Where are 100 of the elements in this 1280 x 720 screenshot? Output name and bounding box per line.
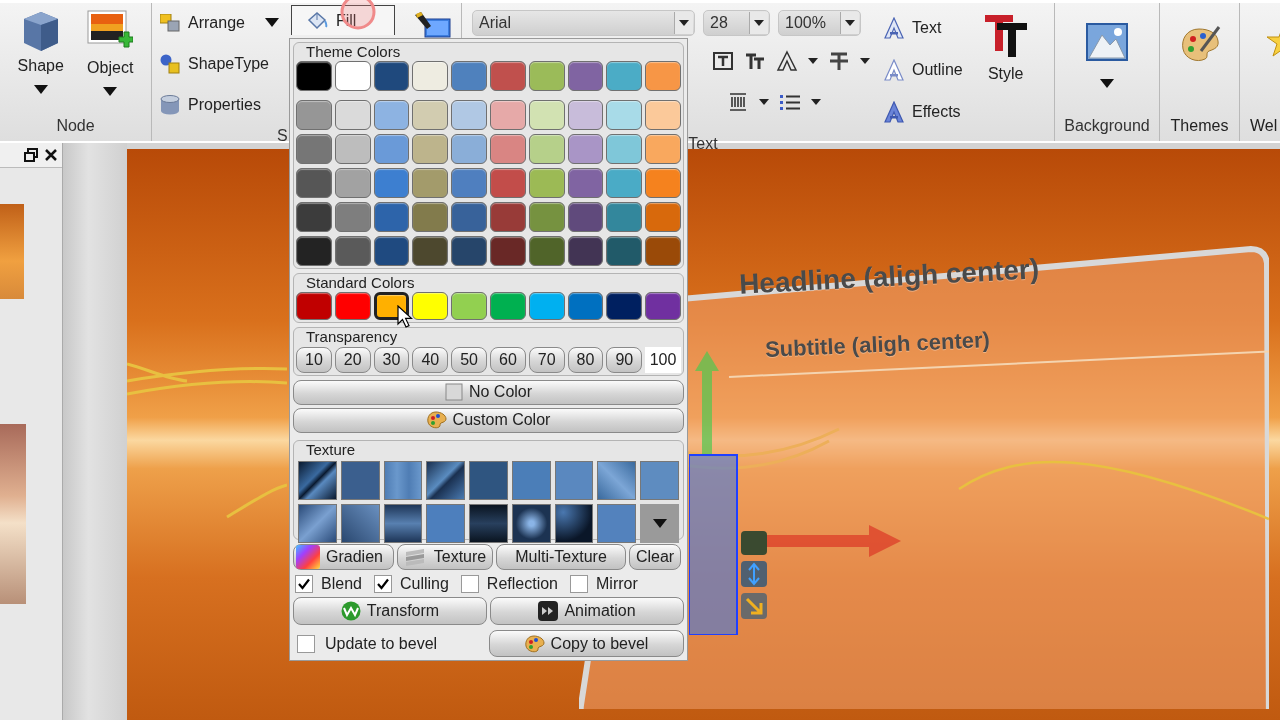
transparency-button[interactable]: 20 <box>334 347 371 373</box>
animation-button[interactable]: Animation <box>490 597 684 625</box>
transform-button[interactable]: Transform <box>293 597 487 625</box>
color-swatch[interactable] <box>334 292 371 320</box>
ribbon-button[interactable]: Outline <box>884 49 963 91</box>
texture-swatch[interactable] <box>511 460 551 500</box>
more-textures-button[interactable] <box>640 503 679 543</box>
columns-icon[interactable] <box>727 91 749 113</box>
color-swatch[interactable] <box>567 202 604 232</box>
color-swatch[interactable] <box>373 61 410 91</box>
color-swatch[interactable] <box>490 202 526 232</box>
color-swatch[interactable] <box>334 202 371 232</box>
copy-to-bevel-button[interactable]: Copy to bevel <box>489 630 684 657</box>
color-swatch[interactable] <box>412 202 449 232</box>
texture-mode-button[interactable]: Texture <box>397 543 493 571</box>
color-swatch[interactable] <box>645 134 681 164</box>
color-swatch[interactable] <box>567 292 604 320</box>
color-swatch[interactable] <box>451 236 487 266</box>
color-swatch[interactable] <box>528 292 565 320</box>
texture-swatch[interactable] <box>554 460 594 500</box>
texture-swatch[interactable] <box>426 503 466 543</box>
color-swatch[interactable] <box>567 100 604 130</box>
color-swatch[interactable] <box>296 134 332 164</box>
checkbox[interactable] <box>295 574 313 593</box>
themes-button[interactable]: Themes <box>1160 3 1239 141</box>
color-swatch[interactable] <box>606 134 643 164</box>
color-swatch[interactable] <box>373 100 410 130</box>
color-swatch[interactable] <box>645 202 681 232</box>
texture-swatch[interactable] <box>469 460 508 500</box>
strikethrough-icon[interactable] <box>828 50 850 72</box>
color-swatch[interactable] <box>567 236 604 266</box>
texture-swatch[interactable] <box>640 460 679 500</box>
style-button[interactable]: Style <box>976 3 1035 133</box>
color-swatch[interactable] <box>490 134 526 164</box>
text-box-icon[interactable] <box>712 50 734 72</box>
color-swatch[interactable] <box>334 134 371 164</box>
texture-swatch[interactable] <box>298 460 337 500</box>
color-swatch[interactable] <box>451 134 487 164</box>
color-swatch[interactable] <box>412 236 449 266</box>
color-swatch[interactable] <box>451 100 487 130</box>
color-swatch[interactable] <box>334 168 371 198</box>
ribbon-button[interactable]: Properties <box>160 84 279 125</box>
texture-swatch[interactable] <box>340 460 380 500</box>
color-swatch[interactable] <box>373 202 410 232</box>
font-family-dropdown[interactable]: Arial <box>472 10 695 36</box>
texture-swatch[interactable] <box>298 503 337 543</box>
color-swatch[interactable] <box>490 168 526 198</box>
ribbon-button[interactable]: Shape <box>11 3 70 115</box>
color-swatch[interactable] <box>645 236 681 266</box>
color-swatch[interactable] <box>334 236 371 266</box>
transparency-button[interactable]: 40 <box>412 347 449 373</box>
color-swatch[interactable] <box>451 292 487 320</box>
transparency-button[interactable]: 90 <box>606 347 643 373</box>
color-swatch[interactable] <box>451 61 487 91</box>
color-swatch[interactable] <box>412 168 449 198</box>
color-swatch[interactable] <box>451 202 487 232</box>
color-swatch[interactable] <box>645 61 681 91</box>
transparency-button[interactable]: 70 <box>528 347 565 373</box>
texture-swatch[interactable] <box>426 460 466 500</box>
color-swatch[interactable] <box>373 134 410 164</box>
restore-icon[interactable] <box>24 148 38 162</box>
texture-swatch[interactable] <box>511 503 551 543</box>
transparency-button[interactable]: 30 <box>373 347 410 373</box>
color-swatch[interactable] <box>567 61 604 91</box>
ribbon-button[interactable]: ShapeType <box>160 43 279 84</box>
texture-swatch[interactable] <box>597 503 637 543</box>
color-swatch[interactable] <box>490 61 526 91</box>
color-swatch[interactable] <box>528 236 565 266</box>
custom-color-button[interactable]: Custom Color <box>293 407 684 433</box>
color-swatch[interactable] <box>645 168 681 198</box>
color-swatch[interactable] <box>528 168 565 198</box>
color-swatch[interactable] <box>606 168 643 198</box>
texture-mode-button[interactable]: Clear <box>629 543 681 571</box>
texture-swatch[interactable] <box>340 503 380 543</box>
color-swatch[interactable] <box>412 292 449 320</box>
texture-swatch[interactable] <box>383 503 423 543</box>
color-swatch[interactable] <box>567 134 604 164</box>
color-swatch[interactable] <box>606 202 643 232</box>
color-swatch[interactable] <box>528 202 565 232</box>
color-swatch[interactable] <box>490 100 526 130</box>
color-swatch[interactable] <box>606 61 643 91</box>
checkbox[interactable] <box>297 634 315 653</box>
checkbox[interactable] <box>570 574 588 593</box>
color-swatch[interactable] <box>490 292 526 320</box>
color-swatch[interactable] <box>606 100 643 130</box>
texture-swatch[interactable] <box>554 503 594 543</box>
transparency-button[interactable]: 100 <box>645 347 681 373</box>
texture-swatch[interactable] <box>597 460 637 500</box>
texture-swatch[interactable] <box>469 503 508 543</box>
close-icon[interactable] <box>44 148 58 162</box>
color-swatch[interactable] <box>528 100 565 130</box>
slide-thumbnail[interactable] <box>0 204 24 299</box>
outlined-letter-icon[interactable] <box>776 50 798 72</box>
color-swatch[interactable] <box>296 168 332 198</box>
slide-thumbnail[interactable] <box>0 424 26 604</box>
color-swatch[interactable] <box>334 100 371 130</box>
color-swatch[interactable] <box>490 236 526 266</box>
ribbon-button[interactable]: Effects <box>884 91 963 133</box>
texture-mode-button[interactable]: Gradien <box>293 543 394 571</box>
color-swatch[interactable] <box>412 61 449 91</box>
